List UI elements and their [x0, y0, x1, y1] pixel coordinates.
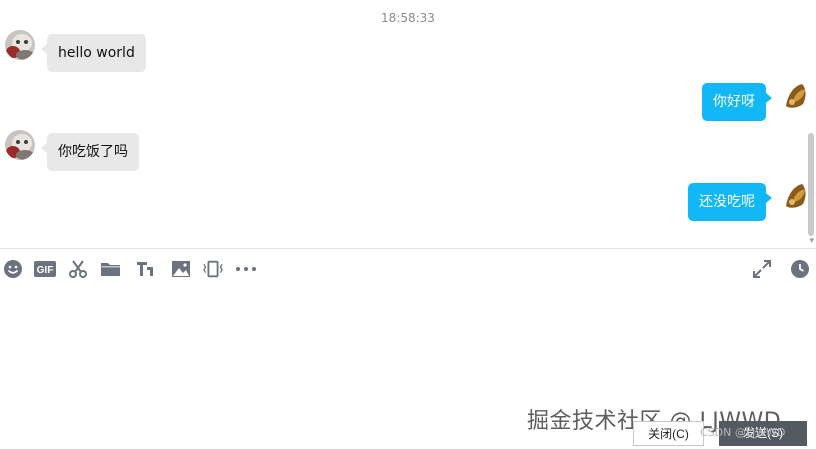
gif-icon[interactable]: GIF — [34, 258, 56, 280]
history-clock-icon[interactable] — [789, 258, 811, 280]
message-input[interactable] — [0, 285, 816, 415]
message-scrollbar[interactable]: ▾ — [804, 0, 816, 248]
emoji-icon[interactable] — [2, 258, 24, 280]
message-bubble-outgoing[interactable]: 还没吃呢 — [688, 183, 772, 221]
folder-icon[interactable] — [99, 258, 121, 280]
message-list[interactable]: 18:58:33 hello world 你好呀 你吃饭了吗 还没吃呢 ▾ — [0, 0, 816, 248]
close-button[interactable]: 关闭(C) — [633, 421, 704, 446]
expand-icon[interactable] — [751, 258, 773, 280]
image-icon[interactable] — [170, 258, 192, 280]
scrollbar-thumb[interactable] — [808, 133, 814, 236]
message-bubble-incoming[interactable]: hello world — [41, 34, 146, 72]
message-bubble-outgoing[interactable]: 你好呀 — [702, 83, 772, 121]
input-toolbar: GIF — [0, 255, 816, 283]
csdn-watermark: CSDN @LJWWD — [700, 426, 786, 439]
message-bubble-incoming[interactable]: 你吃饭了吗 — [41, 133, 139, 171]
translate-icon[interactable] — [134, 258, 156, 280]
scissors-icon[interactable] — [67, 258, 89, 280]
scroll-down-icon[interactable]: ▾ — [809, 236, 814, 246]
contact-avatar[interactable] — [5, 30, 35, 60]
shake-icon[interactable] — [202, 258, 224, 280]
more-icon[interactable] — [235, 258, 257, 280]
input-divider — [0, 248, 816, 249]
gif-label: GIF — [37, 265, 54, 276]
contact-avatar[interactable] — [5, 130, 35, 160]
message-timestamp: 18:58:33 — [381, 11, 435, 25]
